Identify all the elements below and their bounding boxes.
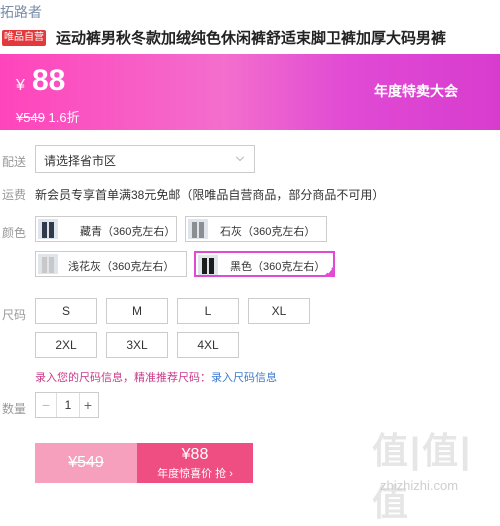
buy-cta-label: 年度惊喜价 抢 ›: [157, 468, 233, 480]
buy-now-button[interactable]: ¥88 年度惊喜价 抢 ›: [137, 443, 253, 483]
currency-symbol: ¥: [16, 77, 25, 94]
color-option-label: 浅花灰（360克左右）: [68, 261, 175, 273]
product-title: 运动裤男秋冬款加绒纯色休闲裤舒适束脚卫裤加厚大码男裤: [56, 30, 447, 47]
color-option-label: 黑色（360克左右）: [230, 261, 326, 273]
quantity-input[interactable]: 1: [56, 393, 80, 417]
self-operated-tag: 唯品自营: [2, 30, 46, 46]
size-option-xl[interactable]: XL: [248, 298, 310, 324]
current-price: 88: [32, 64, 66, 97]
gray-pants-thumbnail: [188, 219, 208, 239]
color-option-light-heather-gray[interactable]: 浅花灰（360克左右）: [35, 251, 187, 277]
brand-name[interactable]: 拓路者: [0, 2, 42, 22]
size-option-4xl[interactable]: 4XL: [177, 332, 239, 358]
sale-event-title: 年度特卖大会: [374, 83, 458, 99]
chevron-down-icon: [236, 153, 244, 161]
color-option-label: 藏青（360克左右）: [80, 226, 176, 238]
region-select-value: 请选择省市区: [44, 154, 117, 168]
discount-rate: 1.6折: [48, 110, 80, 125]
original-price: ¥549: [16, 110, 45, 125]
buy-price: ¥88: [181, 446, 209, 463]
size-tip-prompt: 录入您的尺码信息，精准推荐尺码：: [35, 372, 211, 384]
shipping-info: 新会员专享首单满38元免邮（限唯品自营商品，部分商品不可用）: [35, 188, 385, 202]
increase-quantity-button[interactable]: +: [78, 393, 98, 417]
buy-original-price: ¥549: [35, 443, 137, 483]
watermark-logo: 值|值|值: [372, 430, 473, 523]
size-option-3xl[interactable]: 3XL: [106, 332, 168, 358]
checkmark-icon: ✔: [326, 267, 333, 276]
size-option-2xl[interactable]: 2XL: [35, 332, 97, 358]
light-gray-pants-thumbnail: [38, 254, 58, 274]
color-option-black[interactable]: 黑色（360克左右） ✔: [194, 251, 335, 277]
buy-original-price-text: ¥549: [68, 454, 104, 471]
delivery-label: 配送: [2, 155, 27, 169]
region-select[interactable]: 请选择省市区: [35, 145, 255, 173]
size-label: 尺码: [2, 308, 27, 322]
enter-size-info-link[interactable]: 录入尺码信息: [211, 372, 277, 384]
quantity-label: 数量: [2, 402, 27, 416]
price-banner: ¥ 88 ¥549 1.6折 年度特卖大会: [0, 54, 500, 130]
navy-pants-thumbnail: [38, 219, 58, 239]
color-label: 颜色: [2, 226, 27, 240]
color-option-navy[interactable]: 藏青（360克左右）: [35, 216, 177, 242]
size-option-s[interactable]: S: [35, 298, 97, 324]
size-option-l[interactable]: L: [177, 298, 239, 324]
original-price-line: ¥549 1.6折: [16, 107, 80, 126]
decrease-quantity-button[interactable]: −: [36, 393, 56, 417]
quantity-stepper: − 1 +: [35, 392, 99, 418]
size-option-m[interactable]: M: [106, 298, 168, 324]
color-option-label: 石灰（360克左右）: [220, 226, 316, 238]
size-recommendation-tip: 录入您的尺码信息，精准推荐尺码：录入尺码信息: [35, 369, 277, 385]
shipping-label: 运费: [2, 188, 27, 202]
black-pants-thumbnail: [198, 255, 218, 275]
color-option-stone-gray[interactable]: 石灰（360克左右）: [185, 216, 327, 242]
watermark-url: zhizhizhi.com: [380, 478, 459, 493]
